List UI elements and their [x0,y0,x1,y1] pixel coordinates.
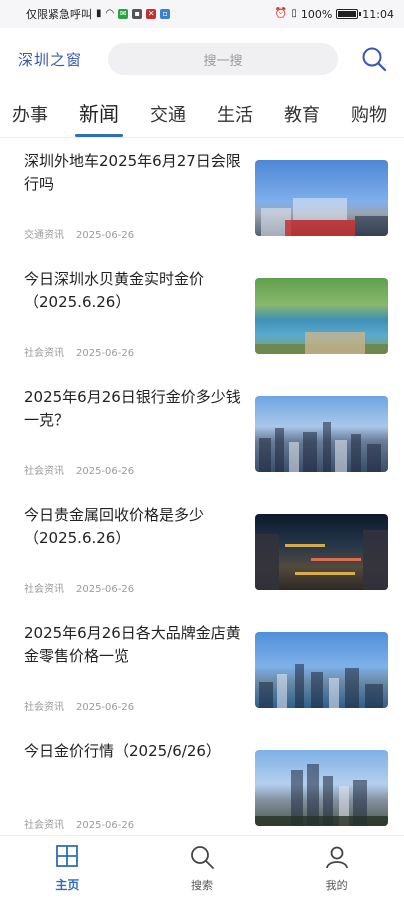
news-text: 今日金价行情（2025/6/26） 社会资讯 2025-06-26 [24,740,246,846]
news-item[interactable]: 2025年6月26日银行金价多少钱一克？ 社会资讯 2025-06-26 [24,374,388,492]
news-text: 2025年6月26日各大品牌金店黄金零售价格一览社会资讯 2025-06-26 [24,622,246,728]
news-category: 社会资讯 [24,466,64,477]
category-tabs: 办事新闻交通生活教育购物旅 [0,90,404,138]
nav-item-1[interactable]: 搜索 [162,844,242,893]
tab-3[interactable]: 生活 [217,101,253,137]
news-title: 今日金价行情（2025/6/26） [24,742,221,760]
search-input[interactable]: 搜一搜 [108,43,338,75]
app-header: 深圳之窗 搜一搜 [0,28,404,90]
tab-0[interactable]: 办事 [12,101,48,137]
news-category: 社会资讯 [24,702,64,713]
nav-label: 主页 [55,878,80,892]
battery-icon [336,9,362,19]
news-thumbnail[interactable] [255,278,388,354]
news-item[interactable]: 今日金价行情（2025/6/26） 社会资讯 2025-06-26 [24,728,388,846]
nav-item-0[interactable]: 主页 [27,843,107,893]
status-right: ⏰ ▯ 100% 11:04 [275,8,394,21]
news-title: 2025年6月26日各大品牌金店黄金零售价格一览 [24,624,241,665]
news-item[interactable]: 2025年6月26日各大品牌金店黄金零售价格一览社会资讯 2025-06-26 [24,610,388,728]
news-list: 深圳外地车2025年6月27日会限行吗 交通资讯 2025-06-26 今日深圳水贝黄… [0,138,404,846]
news-thumbnail[interactable] [255,632,388,708]
news-text: 今日深圳水贝黄金实时金价（2025.6.26） 社会资讯 2025-06-26 [24,268,246,374]
tab-4[interactable]: 教育 [284,101,320,137]
news-title: 深圳外地车2025年6月27日会限行吗 [24,152,241,193]
alarm-icon: ⏰ [274,8,288,19]
news-date: 2025-06-26 [76,348,135,359]
news-category: 社会资讯 [24,348,64,359]
news-thumbnail[interactable] [255,396,388,472]
news-title: 今日贵金属回收价格是多少（2025.6.26） [24,506,205,547]
news-title: 今日深圳水贝黄金实时金价（2025.6.26） [24,270,205,311]
home-grid-icon [54,843,80,876]
news-date: 2025-06-26 [76,466,135,477]
news-meta: 交通资讯 2025-06-26 [24,226,246,241]
signal-icon: ▮ [96,8,102,19]
news-item[interactable]: 今日深圳水贝黄金实时金价（2025.6.26） 社会资讯 2025-06-26 [24,256,388,374]
news-date: 2025-06-26 [76,230,135,241]
news-text: 深圳外地车2025年6月27日会限行吗交通资讯 2025-06-26 [24,150,246,256]
wechat-icon: ✉ [118,9,129,19]
news-thumbnail[interactable] [255,750,388,826]
status-left: 仅限紧急呼叫 ▮ ◠ ✉ ▪ ✕ ▫ [26,6,171,22]
tab-5[interactable]: 购物 [351,101,387,137]
news-thumbnail[interactable] [255,514,388,590]
news-category: 交通资讯 [24,230,64,241]
bottom-nav: 主页 搜索 我的 [0,835,404,900]
tab-2[interactable]: 交通 [150,101,186,137]
news-item[interactable]: 今日贵金属回收价格是多少（2025.6.26） 社会资讯 2025-06-26 [24,492,388,610]
battery-text: 100% [300,7,333,21]
nav-label: 我的 [325,878,348,892]
status-bar: 仅限紧急呼叫 ▮ ◠ ✉ ▪ ✕ ▫ ⏰ ▯ 100% 11:04 [0,0,404,28]
news-meta: 社会资讯 2025-06-26 [24,580,246,595]
news-thumbnail[interactable] [255,160,388,236]
news-meta: 社会资讯 2025-06-26 [24,698,246,713]
app-badge-icon: ▫ [160,9,171,19]
app-title: 深圳之窗 [18,50,83,69]
news-item[interactable]: 深圳外地车2025年6月27日会限行吗交通资讯 2025-06-26 [24,138,388,256]
news-date: 2025-06-26 [76,584,135,595]
search-icon [189,844,215,877]
app-notification-icon: ✕ [146,9,157,19]
notification-icon: ▪ [132,9,143,19]
wifi-icon: ◠ [105,8,115,19]
nav-item-2[interactable]: 我的 [297,844,377,893]
search-icon[interactable] [360,45,388,73]
nav-label: 搜索 [190,878,213,892]
news-category: 社会资讯 [24,584,64,595]
clock: 11:04 [362,7,394,21]
tab-1[interactable]: 新闻 [75,98,123,137]
vibrate-icon: ▯ [291,8,297,19]
news-meta: 社会资讯 2025-06-26 [24,344,246,359]
news-title: 2025年6月26日银行金价多少钱一克？ [24,388,241,429]
news-meta: 社会资讯 2025-06-26 [24,462,246,477]
news-category: 社会资讯 [24,820,64,831]
news-text: 今日贵金属回收价格是多少（2025.6.26） 社会资讯 2025-06-26 [24,504,246,610]
news-text: 2025年6月26日银行金价多少钱一克？ 社会资讯 2025-06-26 [24,386,246,492]
news-meta: 社会资讯 2025-06-26 [24,816,246,831]
carrier-text: 仅限紧急呼叫 [26,8,92,21]
news-date: 2025-06-26 [76,702,135,713]
user-icon [324,844,350,877]
news-date: 2025-06-26 [76,820,135,831]
battery-level [338,11,357,17]
